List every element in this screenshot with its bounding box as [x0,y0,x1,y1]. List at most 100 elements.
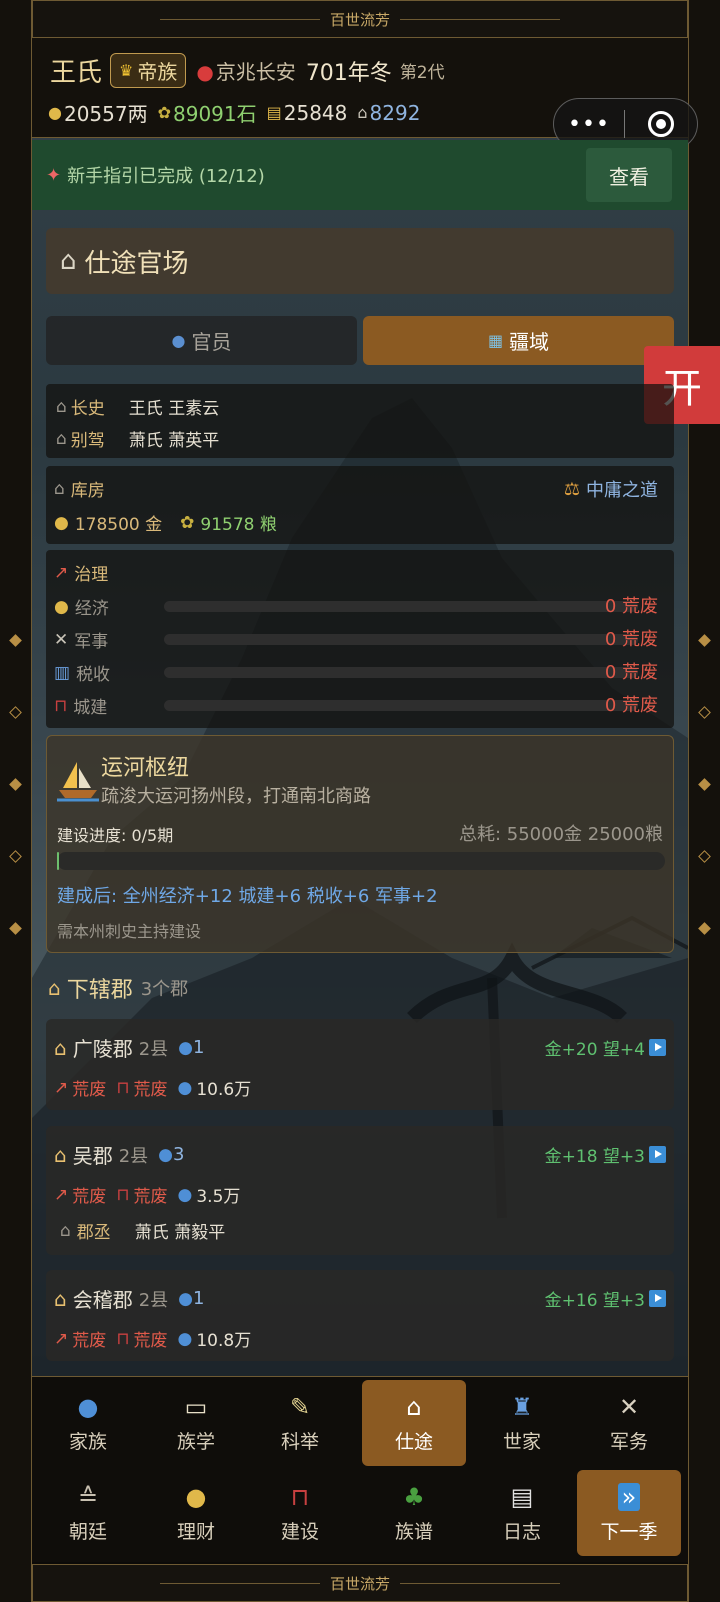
economy-status: 荒废 [72,1331,107,1351]
policy-link[interactable]: ⚖ 中庸之道 [564,476,658,502]
commandery-title: 下辖郡 [66,978,133,1003]
nav-court[interactable]: ≙ 朝廷 [36,1470,140,1556]
nav-finance[interactable]: ● 理财 [144,1470,248,1556]
officer-name: 王氏 王素云 [128,399,220,419]
economy-bar [164,601,638,612]
grain-icon: ✿ [157,103,171,122]
frame-ornament [9,778,22,791]
officer-row: ⌂ 长史 王氏 王素云 [56,394,220,420]
money-bag-icon: ● [54,512,69,533]
clan-name: 王氏 [50,58,103,88]
rank-badge: ♛ 帝族 [110,53,187,88]
section-title: 仕途官场 [84,248,189,279]
project-cost: 总耗: 55000金 25000粮 [458,824,663,845]
nav-label: 建设 [280,1520,319,1543]
nav-career[interactable]: ⌂ 仕途 [362,1380,466,1466]
storehouse-icon: ⌂ [54,478,65,499]
nav-family[interactable]: ● 家族 [36,1380,140,1466]
crane-icon: ⊓ [116,1184,130,1205]
project-card[interactable]: 运河枢纽 疏浚大运河扬州段，打通南北商路 建设进度: 0/5期 总耗: 5500… [46,735,674,953]
clipboard-icon: ▤ [510,1482,534,1511]
crane-icon: ⊓ [54,695,68,716]
construction-bar [164,700,638,711]
status-row: ↗ 荒废 ⊓ 荒废 ● 10.8万 [54,1326,252,1352]
crown-icon: ♛ [119,61,134,80]
person-icon: ● [158,1144,173,1165]
play-icon[interactable] [649,1039,666,1056]
play-icon[interactable] [649,1290,666,1307]
tax-bar [164,667,638,678]
population: 10.8万 [196,1331,252,1351]
nav-exam[interactable]: ✎ 科举 [248,1380,352,1466]
nav-log[interactable]: ▤ 日志 [470,1470,574,1556]
bottom-banner: 百世流芳 [32,1564,688,1602]
commandery-card[interactable]: ⌂ 会稽郡 2县 ● 1 金+16 望+3 ↗ 荒废 ⊓ 荒废 ● 10.8万 [46,1270,674,1361]
party-popper-icon: ✦ [46,164,62,186]
family-icon: ● [77,1392,99,1421]
memo-icon: ✎ [289,1392,311,1421]
tab-territory[interactable]: ▦ 疆域 [363,316,674,365]
chart-up-icon: ↗ [54,1077,69,1098]
people-icon: ● [177,1328,193,1349]
money-bag-icon: ● [185,1482,207,1511]
temple-icon: ⌂ [60,246,77,276]
population: 10.6万 [196,1080,252,1100]
person-icon: ● [178,1037,193,1058]
commandery-card[interactable]: ⌂ 广陵郡 2县 ● 1 金+20 望+4 ↗ 荒废 ⊓ 荒废 ● 10.6万 [46,1019,674,1110]
scroll-stat: ▤ 25848 [267,101,348,125]
officers-card: ⌂ 长史 王氏 王素云 ⌂ 别驾 萧氏 萧英平 [46,384,674,458]
top-banner: 百世流芳 [32,0,688,38]
treasury-label: 库房 [70,481,105,501]
status-row: ↗ 荒废 ⊓ 荒废 ● 10.6万 [54,1075,252,1101]
tab-officials-label: 官员 [191,330,232,354]
pagoda-icon: ≙ [77,1482,99,1511]
tab-officials[interactable]: ● 官员 [46,316,357,365]
house-icon: ⌂ [48,976,61,1000]
governance-card: ↗ 治理 ● 经济 0 荒废 ✕ 军事 0 荒废 ▥ 税收 0 荒废 ⊓ 城建 0 荒废 [46,550,674,728]
next-season-button[interactable]: » 下一季 [577,1470,681,1556]
sailboat-icon [57,762,99,802]
house-icon: ⌂ [54,1035,67,1060]
nav-label: 家族 [68,1430,107,1453]
treasury-gold: 178500 金 [74,515,163,535]
nav-genealogy[interactable]: ♣ 族谱 [362,1470,466,1556]
aide-name: 萧氏 萧毅平 [134,1223,226,1243]
nav-label: 朝廷 [68,1520,107,1543]
frame-ornament [9,634,22,647]
banner-title: 百世流芳 [329,10,390,29]
officer-name: 萧氏 萧英平 [128,431,220,451]
nav-label: 科举 [280,1430,319,1453]
progress-label: 建设进度: 0/5期 [57,826,174,845]
house-icon: ⌂ [54,1142,67,1167]
view-button[interactable]: 查看 [586,148,672,202]
generation: 第2代 [399,63,445,83]
book-icon: ▭ [184,1392,208,1421]
county-count: 2县 [118,1145,149,1167]
right-frame [688,0,720,1602]
play-icon[interactable] [649,1146,666,1163]
close-icon[interactable] [625,111,697,137]
crane-icon: ⊓ [116,1077,130,1098]
prestige-stat: ⌂ 8292 [357,101,420,125]
commandery-card[interactable]: ⌂ 吴郡 2县 ● 3 金+18 望+3 ↗ 荒废 ⊓ 荒废 ● 3.5万 ⌂ … [46,1126,674,1255]
nav-school[interactable]: ▭ 族学 [144,1380,248,1466]
more-icon[interactable]: ••• [554,112,624,137]
crossed-swords-icon: ✕ [54,629,69,650]
nav-label: 族谱 [394,1520,433,1543]
official-count: 1 [193,1037,205,1058]
scroll-icon: ▤ [266,103,282,122]
frame-ornament [698,634,711,647]
prestige-value: 8292 [369,100,421,125]
bar-chart-icon: ▥ [54,662,71,683]
temple-icon: ⌂ [56,396,67,417]
nav-label: 军务 [609,1430,648,1453]
crane-icon: ⊓ [116,1328,130,1349]
nav-military[interactable]: ✕ 军务 [577,1380,681,1466]
economy-value: 0 荒废 [604,596,658,617]
nav-construction[interactable]: ⊓ 建设 [248,1470,352,1556]
tax-value: 0 荒废 [604,662,658,683]
grain-icon: ✿ [180,512,195,533]
commandery-name: 会稽郡 [72,1288,133,1312]
nav-clans[interactable]: ♜ 世家 [470,1380,574,1466]
county-count: 2县 [138,1038,169,1060]
